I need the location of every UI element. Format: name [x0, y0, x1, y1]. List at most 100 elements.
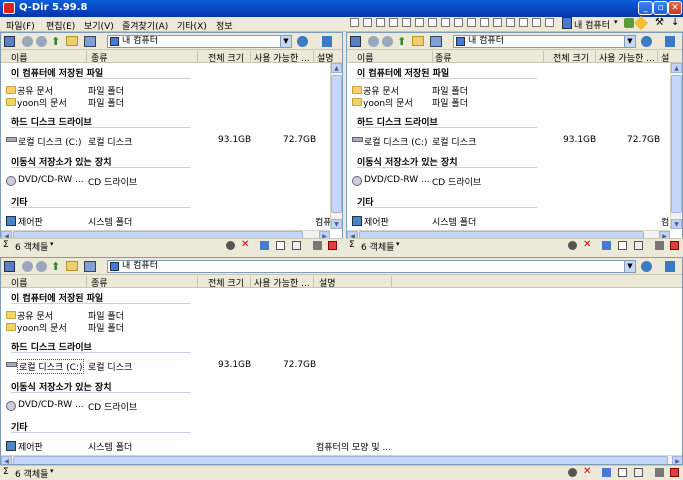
paste-icon[interactable]: [634, 468, 643, 477]
item-name[interactable]: yoon의 문서: [363, 96, 413, 109]
copy-icon[interactable]: [276, 241, 285, 250]
col-name[interactable]: 이름: [357, 51, 374, 64]
chevron-down-icon[interactable]: ▼: [624, 36, 635, 47]
item-name[interactable]: DVD/CD-RW ...: [364, 175, 430, 185]
search-icon[interactable]: [297, 36, 308, 47]
col-description[interactable]: 설명: [319, 276, 336, 289]
layout-button-7[interactable]: [428, 18, 437, 27]
paste-icon[interactable]: [292, 241, 301, 250]
layout-button-5[interactable]: [402, 18, 411, 27]
scroll-up-icon[interactable]: ▲: [331, 63, 342, 73]
up-icon[interactable]: ⬆: [397, 35, 406, 48]
layout-button-6[interactable]: [415, 18, 424, 27]
computer-button-label[interactable]: 내 컴퓨터: [574, 18, 610, 31]
scroll-up-icon[interactable]: ▲: [671, 63, 682, 73]
search-icon[interactable]: [641, 261, 652, 272]
chevron-down-icon[interactable]: ▾: [50, 240, 54, 248]
properties-icon[interactable]: [568, 468, 577, 477]
address-bar[interactable]: 내 컴퓨터 ▼: [107, 260, 636, 273]
item-name[interactable]: 제어판: [18, 440, 43, 453]
address-bar[interactable]: 내 컴퓨터 ▼: [107, 35, 292, 48]
pin-icon[interactable]: ↓: [671, 17, 679, 28]
col-free-space[interactable]: 사용 가능한 ...: [254, 276, 310, 289]
col-total-size[interactable]: 전체 크기: [208, 51, 244, 64]
layout-button-12[interactable]: [493, 18, 502, 27]
col-total-size[interactable]: 전체 크기: [553, 51, 589, 64]
copy-icon[interactable]: [618, 241, 627, 250]
chevron-down-icon[interactable]: ▾: [396, 240, 400, 248]
item-name[interactable]: 로컬 디스크 (C:): [18, 135, 81, 148]
layout-button-1[interactable]: [350, 18, 359, 27]
chevron-down-icon[interactable]: ▼: [280, 36, 291, 47]
item-name[interactable]: 로컬 디스크 (C:): [364, 135, 427, 148]
item-name[interactable]: yoon의 문서: [17, 321, 67, 334]
folder-icon[interactable]: [66, 36, 78, 46]
scroll-thumb[interactable]: [13, 456, 668, 464]
scroll-down-icon[interactable]: ▼: [331, 219, 342, 229]
favorites-icon[interactable]: [624, 18, 634, 28]
views-menu-icon[interactable]: [84, 261, 96, 272]
up-icon[interactable]: ⬆: [51, 260, 60, 273]
close-button[interactable]: ✕: [668, 1, 682, 15]
col-total-size[interactable]: 전체 크기: [208, 276, 244, 289]
chevron-down-icon[interactable]: ▼: [624, 261, 635, 272]
layout-button-2[interactable]: [363, 18, 372, 27]
layout-button-13[interactable]: [506, 18, 515, 27]
properties-icon[interactable]: [226, 241, 235, 250]
close-pane-icon[interactable]: [328, 241, 337, 250]
up-icon[interactable]: ⬆: [51, 35, 60, 48]
item-name[interactable]: DVD/CD-RW ...: [18, 175, 84, 185]
col-type[interactable]: 종류: [91, 51, 108, 64]
copy-icon[interactable]: [618, 468, 627, 477]
search-icon[interactable]: [641, 36, 652, 47]
cut-icon[interactable]: [602, 241, 611, 250]
layout-button-10[interactable]: [467, 18, 476, 27]
views-menu-icon[interactable]: [84, 36, 96, 47]
paste-icon[interactable]: [634, 241, 643, 250]
folder-icon[interactable]: [66, 261, 78, 271]
menu-edit[interactable]: 편집(E): [46, 19, 75, 32]
delete-icon[interactable]: ✕: [241, 239, 250, 250]
item-name[interactable]: yoon의 문서: [17, 96, 67, 109]
item-name[interactable]: 제어판: [18, 215, 43, 228]
rename-icon[interactable]: [655, 468, 664, 477]
views-menu-icon[interactable]: [430, 36, 442, 47]
layout-button-11[interactable]: [480, 18, 489, 27]
tree-icon[interactable]: [665, 261, 675, 272]
layout-button-8[interactable]: [441, 18, 450, 27]
back-icon[interactable]: [368, 36, 379, 47]
item-name[interactable]: 로컬 디스크 (C:): [17, 359, 85, 374]
col-free-space[interactable]: 사용 가능한 ...: [599, 51, 655, 64]
view-icon[interactable]: [4, 261, 15, 272]
tree-icon[interactable]: [665, 36, 675, 47]
minimize-button[interactable]: _: [638, 1, 653, 15]
scroll-left-icon[interactable]: ◀: [1, 456, 12, 464]
tools-icon[interactable]: ⚒: [655, 17, 664, 28]
delete-icon[interactable]: ✕: [583, 466, 592, 477]
close-pane-icon[interactable]: [670, 468, 679, 477]
vertical-scrollbar[interactable]: ▲ ▼: [670, 63, 682, 229]
layout-button-16[interactable]: [545, 18, 554, 27]
forward-icon[interactable]: [36, 36, 47, 47]
rename-icon[interactable]: [313, 241, 322, 250]
close-pane-icon[interactable]: [670, 241, 679, 250]
menu-extra[interactable]: 기타(X): [177, 19, 207, 32]
col-free-space[interactable]: 사용 가능한 ...: [254, 51, 310, 64]
folder-icon[interactable]: [412, 36, 424, 46]
address-bar[interactable]: 내 컴퓨터 ▼: [453, 35, 636, 48]
menu-info[interactable]: 정보: [216, 19, 233, 32]
chevron-down-icon[interactable]: ▾: [50, 467, 54, 475]
properties-icon[interactable]: [568, 241, 577, 250]
cut-icon[interactable]: [602, 468, 611, 477]
col-type[interactable]: 종류: [91, 276, 108, 289]
view-icon[interactable]: [4, 36, 15, 47]
vertical-scrollbar[interactable]: ▲ ▼: [330, 63, 342, 229]
col-name[interactable]: 이름: [11, 51, 28, 64]
item-name[interactable]: 제어판: [364, 215, 389, 228]
menu-favorites[interactable]: 즐겨찾기(A): [122, 19, 168, 32]
maximize-button[interactable]: ▫: [653, 1, 668, 15]
layout-button-14[interactable]: [519, 18, 528, 27]
col-name[interactable]: 이름: [11, 276, 28, 289]
item-name[interactable]: DVD/CD-RW ...: [18, 400, 84, 410]
horizontal-scrollbar[interactable]: ◀ ▶: [1, 455, 682, 464]
